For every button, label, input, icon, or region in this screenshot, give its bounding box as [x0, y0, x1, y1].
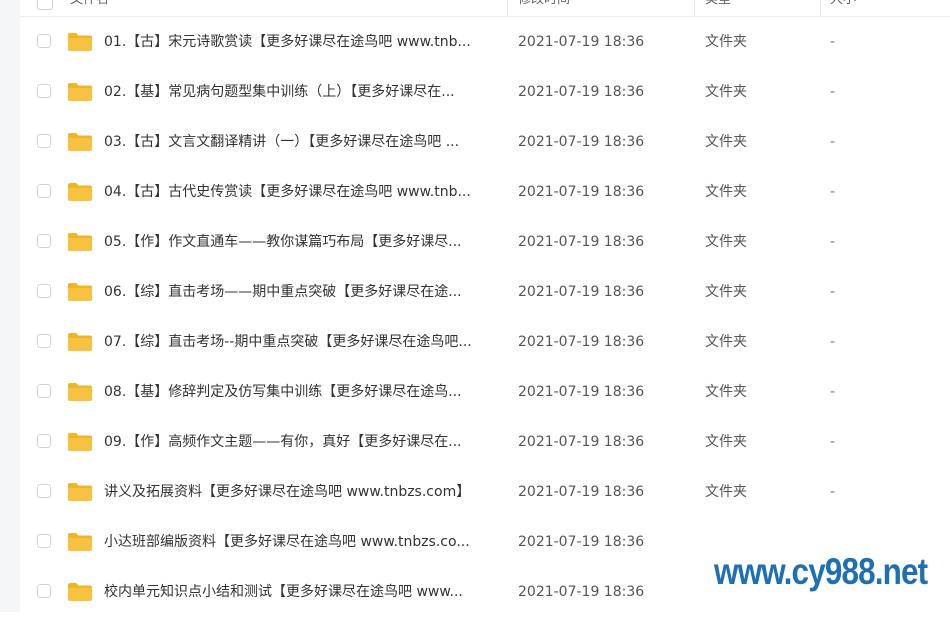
folder-icon: [68, 33, 92, 51]
file-name[interactable]: 校内单元知识点小结和测试【更多好课尽在途鸟吧 www...: [104, 583, 504, 601]
folder-icon: [68, 483, 92, 501]
file-name[interactable]: 讲义及拓展资料【更多好课尽在途鸟吧 www.tnbzs.com】: [104, 483, 504, 501]
table-row[interactable]: 05.【作】作文直通车——教你谋篇巧布局【更多好课尽... 2021-07-19 …: [20, 217, 950, 267]
file-size: -: [830, 84, 836, 100]
table-row[interactable]: 06.【综】直击考场——期中重点突破【更多好课尽在途... 2021-07-19 …: [20, 267, 950, 317]
modified-time: 2021-07-19 18:36: [518, 234, 645, 250]
modified-time: 2021-07-19 18:36: [518, 584, 645, 600]
file-name[interactable]: 09.【作】高频作文主题——有你，真好【更多好课尽在...: [104, 433, 504, 451]
file-type: 文件夹: [705, 34, 747, 50]
table-header: 文件名 修改时间 类型 大小: [20, 0, 950, 17]
file-name[interactable]: 01.【古】宋元诗歌赏读【更多好课尽在途鸟吧 www.tnb...: [104, 33, 504, 51]
file-type: 文件夹: [705, 84, 747, 100]
file-size: -: [830, 184, 836, 200]
table-body: 01.【古】宋元诗歌赏读【更多好课尽在途鸟吧 www.tnb... 2021-07…: [20, 17, 950, 617]
header-type[interactable]: 类型: [705, 0, 795, 8]
header-divider: [507, 0, 508, 16]
file-type: 文件夹: [705, 484, 747, 500]
row-checkbox[interactable]: [37, 334, 51, 348]
row-checkbox[interactable]: [37, 284, 51, 298]
folder-icon: [68, 183, 92, 201]
modified-time: 2021-07-19 18:36: [518, 334, 645, 350]
file-type: 文件夹: [705, 434, 747, 450]
modified-time: 2021-07-19 18:36: [518, 484, 645, 500]
file-name[interactable]: 07.【综】直击考场--期中重点突破【更多好课尽在途鸟吧...: [104, 333, 504, 351]
file-type: 文件夹: [705, 334, 747, 350]
row-checkbox[interactable]: [37, 84, 51, 98]
file-size: -: [830, 34, 836, 50]
select-all-checkbox[interactable]: [37, 0, 53, 10]
file-table: 文件名 修改时间 类型 大小 01.【古】宋元诗歌赏读【更多好课尽在途鸟吧 ww…: [20, 0, 950, 612]
header-name[interactable]: 文件名: [70, 0, 490, 8]
file-name[interactable]: 03.【古】文言文翻译精讲（一）【更多好课尽在途鸟吧 ...: [104, 133, 504, 151]
modified-time: 2021-07-19 18:36: [518, 84, 645, 100]
folder-icon: [68, 283, 92, 301]
table-row[interactable]: 讲义及拓展资料【更多好课尽在途鸟吧 www.tnbzs.com】 2021-07-…: [20, 467, 950, 517]
file-name[interactable]: 04.【古】古代史传赏读【更多好课尽在途鸟吧 www.tnb...: [104, 183, 504, 201]
folder-icon: [68, 383, 92, 401]
row-checkbox[interactable]: [37, 184, 51, 198]
file-type: 文件夹: [705, 284, 747, 300]
folder-icon: [68, 333, 92, 351]
modified-time: 2021-07-19 18:36: [518, 184, 645, 200]
folder-icon: [68, 83, 92, 101]
file-name[interactable]: 小达班部编版资料【更多好课尽在途鸟吧 www.tnbzs.co...: [104, 533, 504, 551]
row-checkbox[interactable]: [37, 384, 51, 398]
table-row[interactable]: 04.【古】古代史传赏读【更多好课尽在途鸟吧 www.tnb... 2021-07…: [20, 167, 950, 217]
folder-icon: [68, 583, 92, 601]
table-row[interactable]: 09.【作】高频作文主题——有你，真好【更多好课尽在... 2021-07-19 …: [20, 417, 950, 467]
file-size: -: [830, 484, 836, 500]
file-type: 文件夹: [705, 234, 747, 250]
folder-icon: [68, 233, 92, 251]
row-checkbox[interactable]: [37, 234, 51, 248]
row-checkbox[interactable]: [37, 134, 51, 148]
folder-icon: [68, 533, 92, 551]
row-checkbox[interactable]: [37, 534, 51, 548]
folder-icon: [68, 133, 92, 151]
left-gutter: [0, 0, 20, 612]
file-name[interactable]: 08.【基】修辞判定及仿写集中训练【更多好课尽在途鸟...: [104, 383, 504, 401]
header-size[interactable]: 大小: [830, 0, 920, 8]
modified-time: 2021-07-19 18:36: [518, 34, 645, 50]
file-size: -: [830, 234, 836, 250]
table-row[interactable]: 03.【古】文言文翻译精讲（一）【更多好课尽在途鸟吧 ... 2021-07-19…: [20, 117, 950, 167]
file-type: 文件夹: [705, 384, 747, 400]
header-time[interactable]: 修改时间: [518, 0, 678, 8]
row-checkbox[interactable]: [37, 434, 51, 448]
file-type: 文件夹: [705, 184, 747, 200]
row-checkbox[interactable]: [37, 484, 51, 498]
file-name[interactable]: 05.【作】作文直通车——教你谋篇巧布局【更多好课尽...: [104, 233, 504, 251]
folder-icon: [68, 433, 92, 451]
modified-time: 2021-07-19 18:36: [518, 284, 645, 300]
header-divider: [694, 0, 695, 16]
file-size: -: [830, 134, 836, 150]
row-checkbox[interactable]: [37, 584, 51, 598]
file-name[interactable]: 06.【综】直击考场——期中重点突破【更多好课尽在途...: [104, 283, 504, 301]
watermark-text: www.cy988.net: [714, 551, 928, 592]
header-divider: [820, 0, 821, 16]
modified-time: 2021-07-19 18:36: [518, 384, 645, 400]
file-size: -: [830, 334, 836, 350]
file-name[interactable]: 02.【基】常见病句题型集中训练（上）【更多好课尽在...: [104, 83, 504, 101]
table-row[interactable]: 02.【基】常见病句题型集中训练（上）【更多好课尽在... 2021-07-19 …: [20, 67, 950, 117]
file-type: 文件夹: [705, 134, 747, 150]
table-row[interactable]: 08.【基】修辞判定及仿写集中训练【更多好课尽在途鸟... 2021-07-19 …: [20, 367, 950, 417]
file-size: -: [830, 284, 836, 300]
table-row[interactable]: 01.【古】宋元诗歌赏读【更多好课尽在途鸟吧 www.tnb... 2021-07…: [20, 17, 950, 67]
row-checkbox[interactable]: [37, 34, 51, 48]
modified-time: 2021-07-19 18:36: [518, 534, 645, 550]
file-size: -: [830, 434, 836, 450]
table-row[interactable]: 07.【综】直击考场--期中重点突破【更多好课尽在途鸟吧... 2021-07-1…: [20, 317, 950, 367]
modified-time: 2021-07-19 18:36: [518, 134, 645, 150]
file-size: -: [830, 384, 836, 400]
modified-time: 2021-07-19 18:36: [518, 434, 645, 450]
